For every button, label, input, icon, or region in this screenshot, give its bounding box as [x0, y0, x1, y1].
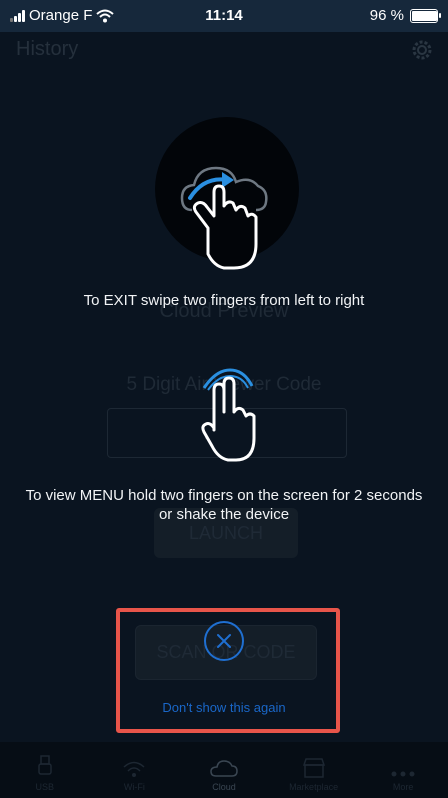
more-icon	[391, 771, 415, 777]
app-header: History	[0, 32, 448, 68]
tab-more[interactable]: More	[358, 742, 448, 798]
wifi-icon	[123, 761, 145, 777]
battery-icon	[410, 8, 441, 23]
usb-icon	[38, 755, 52, 775]
tab-usb[interactable]: USB	[0, 742, 90, 798]
tab-label: Marketplace	[289, 782, 339, 792]
tab-label: Cloud	[212, 782, 236, 792]
page-title: History	[16, 38, 79, 60]
cloud-icon	[210, 760, 238, 777]
store-icon	[302, 758, 325, 778]
tab-bar: USB Wi-Fi Cloud Marketplace More	[0, 742, 448, 798]
tab-label: More	[392, 782, 414, 792]
tab-label: Wi-Fi	[123, 782, 145, 792]
hold-gesture-icon	[201, 368, 256, 462]
status-bar: Orange F 11:14 96 %	[0, 0, 448, 32]
tab-cloud[interactable]: Cloud	[179, 742, 269, 798]
highlight-box	[116, 608, 340, 733]
gear-icon[interactable]	[408, 36, 436, 64]
battery-percent: 96 %	[369, 7, 404, 24]
exit-instruction: To EXIT swipe two fingers from left to r…	[83, 292, 365, 309]
tab-wifi[interactable]: Wi-Fi	[90, 742, 180, 798]
tab-marketplace[interactable]: Marketplace	[269, 742, 359, 798]
swipe-gesture-icon	[180, 166, 268, 270]
tab-label: USB	[35, 782, 55, 792]
menu-instruction: To view MENU hold two fingers on the scr…	[25, 487, 423, 523]
